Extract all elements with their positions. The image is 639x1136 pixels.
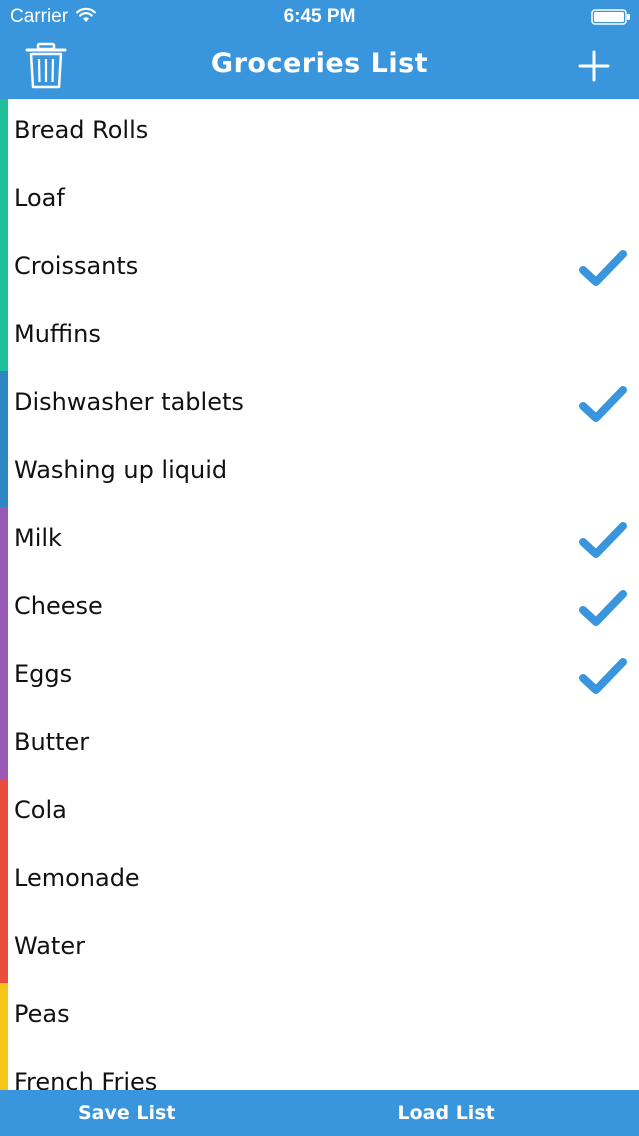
save-list-button[interactable]: Save List [0, 1090, 320, 1136]
category-stripe [0, 507, 8, 575]
list-item-label: Croissants [14, 252, 139, 280]
plus-icon[interactable] [574, 46, 614, 86]
grocery-list[interactable]: Bread Rolls Loaf Croissants Muffins Dishwash… [0, 99, 639, 1090]
category-stripe [0, 711, 8, 779]
page-title: Groceries List [210, 48, 429, 79]
checkmark-icon[interactable] [578, 656, 628, 698]
list-item[interactable]: French Fries [0, 1051, 639, 1090]
load-list-button[interactable]: Load List [320, 1090, 639, 1136]
checkmark-icon[interactable] [578, 384, 628, 426]
checkmark-icon[interactable] [578, 520, 628, 562]
list-item[interactable]: Croissants [0, 235, 639, 303]
category-stripe [0, 99, 8, 167]
list-item[interactable]: Lemonade [0, 847, 639, 915]
list-item[interactable]: Water [0, 915, 639, 983]
list-item-label: Eggs [14, 660, 73, 688]
category-stripe [0, 235, 8, 303]
category-stripe [0, 847, 8, 915]
category-stripe [0, 983, 8, 1051]
category-stripe [0, 915, 8, 983]
top-bar: Carrier 6:45 PM Groceries List [0, 0, 639, 99]
category-stripe [0, 303, 8, 371]
category-stripe [0, 643, 8, 711]
list-item[interactable]: Butter [0, 711, 639, 779]
list-item-label: Dishwasher tablets [14, 388, 244, 416]
list-item-label: Cheese [14, 592, 103, 620]
category-stripe [0, 1051, 8, 1090]
list-item-label: Cola [14, 796, 67, 824]
list-item[interactable]: Muffins [0, 303, 639, 371]
nav-bar: Groceries List [0, 34, 639, 99]
list-item[interactable]: Dishwasher tablets [0, 371, 639, 439]
checkmark-icon[interactable] [578, 248, 628, 290]
status-time: 6:45 PM [283, 6, 356, 27]
list-item[interactable]: Cola [0, 779, 639, 847]
battery-icon [591, 9, 630, 25]
list-item-label: Water [14, 932, 85, 960]
category-stripe [0, 439, 8, 507]
list-item-label: Washing up liquid [14, 456, 228, 484]
list-item[interactable]: Milk [0, 507, 639, 575]
list-item-label: Bread Rolls [14, 116, 149, 144]
list-item-label: Peas [14, 1000, 70, 1028]
category-stripe [0, 371, 8, 439]
list-item[interactable]: Cheese [0, 575, 639, 643]
list-item-label: Loaf [14, 184, 65, 212]
list-item[interactable]: Washing up liquid [0, 439, 639, 507]
list-item[interactable]: Peas [0, 983, 639, 1051]
checkmark-icon[interactable] [578, 588, 628, 630]
category-stripe [0, 167, 8, 235]
list-item-label: Muffins [14, 320, 101, 348]
list-item-label: Butter [14, 728, 90, 756]
list-item-label: Lemonade [14, 864, 140, 892]
list-item[interactable]: Bread Rolls [0, 99, 639, 167]
category-stripe [0, 779, 8, 847]
list-item[interactable]: Loaf [0, 167, 639, 235]
category-stripe [0, 575, 8, 643]
status-bar: Carrier 6:45 PM [0, 0, 639, 34]
list-item-label: Milk [14, 524, 62, 552]
bottom-bar: Save List Load List [0, 1090, 639, 1136]
list-item[interactable]: Eggs [0, 643, 639, 711]
list-item-label: French Fries [14, 1068, 158, 1090]
